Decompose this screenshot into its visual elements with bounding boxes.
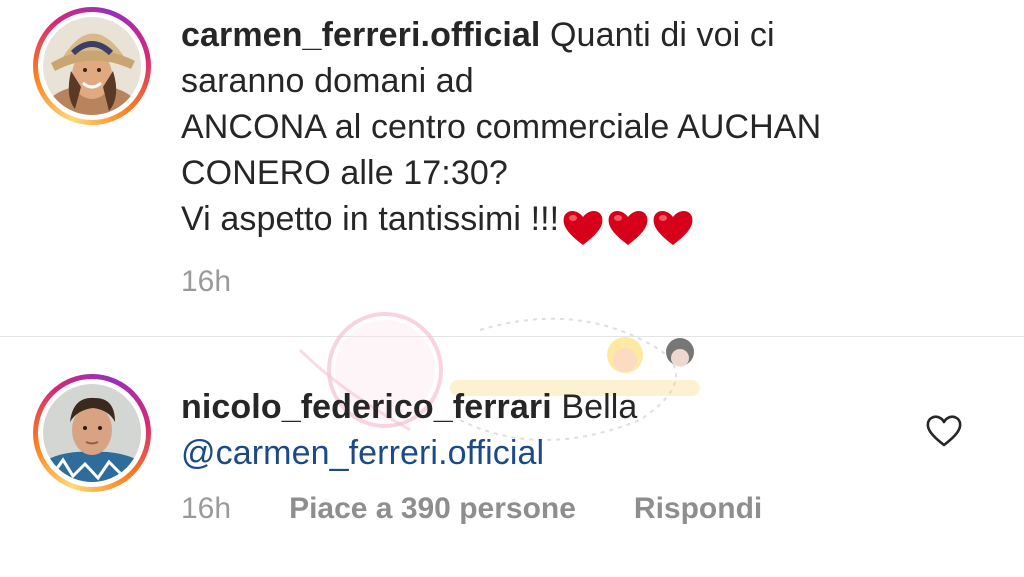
reply-button[interactable]: Rispondi: [634, 492, 762, 526]
comment-body-1: carmen_ferreri.official Quanti di voi ci…: [181, 12, 821, 248]
mention-link[interactable]: @carmen_ferreri.official: [181, 434, 544, 472]
comment-body-2: nicolo_federico_ferrari Bella @carmen_fe…: [181, 384, 637, 476]
avatar-carmen[interactable]: [33, 7, 151, 125]
heart-emoji-icon: [563, 210, 603, 246]
instagram-comments-view: carmen_ferreri.official Quanti di voi ci…: [0, 0, 1024, 577]
comment-timestamp: 16h: [181, 492, 232, 525]
comment-username[interactable]: nicolo_federico_ferrari: [181, 388, 552, 426]
comment-username[interactable]: carmen_ferreri.official: [181, 16, 540, 54]
comment-divider: [0, 336, 1024, 337]
comment-meta-2: 16h Piace a 390 persone Rispondi: [181, 492, 762, 526]
likes-count-button[interactable]: Piace a 390 persone: [289, 492, 576, 526]
comment-text-line: Quanti di voi ci: [550, 16, 775, 54]
comment-text-line: Vi aspetto in tantissimi !!!: [181, 200, 560, 238]
comment-meta-1: 16h: [181, 265, 231, 299]
heart-emojis: [561, 202, 696, 248]
comment-text: Bella: [561, 388, 638, 426]
like-heart-icon[interactable]: [925, 414, 963, 448]
comment-text-line: ANCONA al centro commerciale AUCHAN: [181, 108, 822, 146]
heart-emoji-icon: [653, 210, 693, 246]
avatar-nicolo[interactable]: [33, 374, 151, 492]
comment-text-line: CONERO alle 17:30?: [181, 154, 508, 192]
heart-emoji-icon: [608, 210, 648, 246]
comment-text-line: saranno domani ad: [181, 62, 474, 100]
comment-timestamp: 16h: [181, 265, 232, 298]
